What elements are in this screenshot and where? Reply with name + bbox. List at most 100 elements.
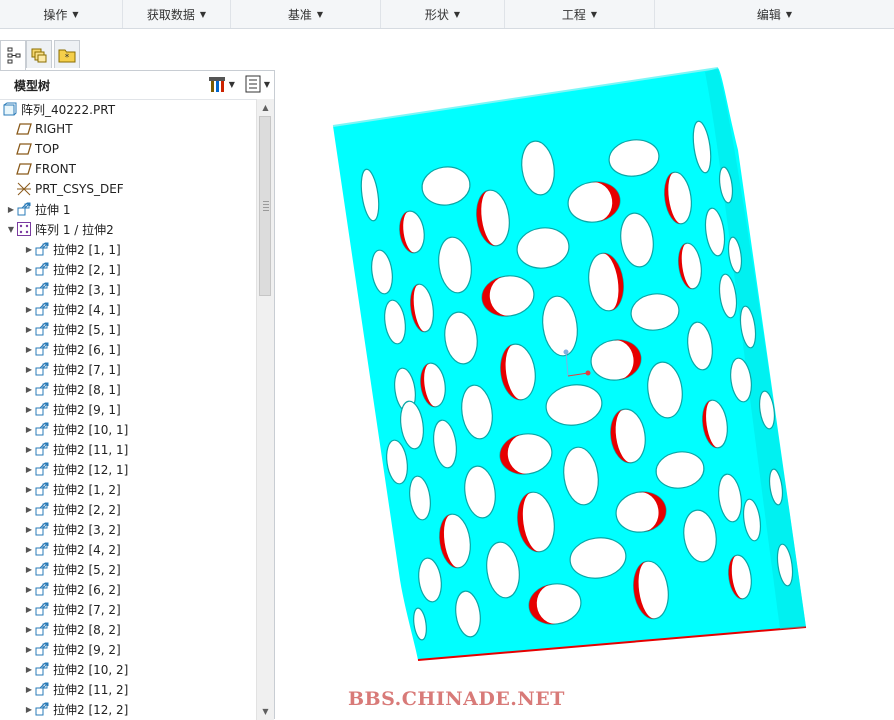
tree-item[interactable]: ▶ 拉伸2 [6, 2] [0,579,256,599]
tree-item[interactable]: ▶ 拉伸2 [6, 1] [0,339,256,359]
tree-item-label: 拉伸2 [7, 1] [53,362,121,377]
tree-item[interactable]: ▶ 拉伸2 [11, 2] [0,679,256,699]
expand-icon[interactable]: ▶ [24,545,34,554]
expand-icon[interactable]: ▶ [24,465,34,474]
tools-icon [208,77,225,92]
tree-item[interactable]: ▶ 拉伸2 [8, 1] [0,379,256,399]
tree-item[interactable]: FRONT [0,159,256,179]
tree-item[interactable]: ▶ 拉伸2 [2, 1] [0,259,256,279]
tree-item-label: 阵列 1 / 拉伸2 [35,222,114,237]
tree-item-label: 拉伸2 [9, 1] [53,402,121,417]
tree-item[interactable]: ▶ 拉伸2 [10, 1] [0,419,256,439]
tree-item[interactable]: ▶ 拉伸 1 [0,199,256,219]
expand-icon[interactable]: ▶ [24,445,34,454]
expand-icon[interactable]: ▶ [24,325,34,334]
expand-icon[interactable]: ▶ [24,665,34,674]
expand-icon[interactable]: ▶ [24,265,34,274]
model-tree-header: 模型树 ▼ ▼ [0,71,274,100]
expand-icon[interactable]: ▶ [24,685,34,694]
tree-item[interactable]: ▶ 拉伸2 [9, 1] [0,399,256,419]
expand-icon[interactable]: ▶ [24,565,34,574]
extrude-icon [34,581,50,597]
tree-item[interactable]: TOP [0,139,256,159]
tab-layer-tree[interactable] [26,40,52,68]
part-icon [2,101,18,117]
expand-icon[interactable]: ▶ [24,485,34,494]
ribbon-group-engineering[interactable]: 工程 ▼ [505,0,655,28]
tree-item[interactable]: ▶ 拉伸2 [1, 1] [0,239,256,259]
extrude-icon [34,401,50,417]
tree-item[interactable]: ▶ 拉伸2 [9, 2] [0,639,256,659]
tree-item[interactable]: ▶ 拉伸2 [1, 2] [0,479,256,499]
extrude-icon [34,521,50,537]
vertical-scrollbar[interactable]: ▲ ▼ [256,99,274,720]
extrude-icon [34,601,50,617]
tree-item[interactable]: PRT_CSYS_DEF [0,179,256,199]
ribbon-group-get-data[interactable]: 获取数据 ▼ [123,0,231,28]
chevron-down-icon: ▼ [72,9,79,19]
tree-item[interactable]: ▶ 拉伸2 [7, 2] [0,599,256,619]
ribbon-group-datum[interactable]: 基准 ▼ [231,0,381,28]
expand-icon[interactable]: ▶ [24,505,34,514]
extrude-icon [34,661,50,677]
tree-item-label: FRONT [35,162,76,176]
extrude-icon [34,541,50,557]
tree-item[interactable]: 阵列_40222.PRT [0,99,256,119]
tree-show-button[interactable]: ▼ [244,75,270,93]
tree-item[interactable]: ▶ 拉伸2 [12, 2] [0,699,256,719]
tree-settings-button[interactable]: ▼ [207,75,235,93]
tree-item[interactable]: ▶ 拉伸2 [4, 1] [0,299,256,319]
scroll-up-icon[interactable]: ▲ [257,99,274,116]
tree-item-label: 拉伸2 [5, 2] [53,562,121,577]
expand-icon[interactable]: ▶ [24,585,34,594]
expand-icon[interactable]: ▶ [24,425,34,434]
collapse-icon[interactable]: ▼ [6,225,16,234]
tree-item[interactable]: ▶ 拉伸2 [3, 1] [0,279,256,299]
expand-icon[interactable]: ▶ [24,605,34,614]
scrollbar-thumb[interactable] [259,116,271,296]
expand-icon[interactable]: ▶ [24,625,34,634]
tree-item[interactable]: ▶ 拉伸2 [8, 2] [0,619,256,639]
tree-item[interactable]: ▼ 阵列 1 / 拉伸2 [0,219,256,239]
tree-item[interactable]: ▶ 拉伸2 [7, 1] [0,359,256,379]
tree-item[interactable]: ▶ 拉伸2 [2, 2] [0,499,256,519]
ribbon-group-shapes[interactable]: 形状 ▼ [381,0,505,28]
tree-item[interactable]: ▶ 拉伸2 [5, 2] [0,559,256,579]
watermark: BBS.CHINADE.NET [348,688,565,710]
tree-item-label: 拉伸2 [8, 1] [53,382,121,397]
tab-model-tree[interactable] [0,40,26,70]
list-icon [245,75,261,93]
tree-item[interactable]: ▶ 拉伸2 [3, 2] [0,519,256,539]
scroll-down-icon[interactable]: ▼ [257,703,274,720]
tree-item[interactable]: RIGHT [0,119,256,139]
tree-item-label: TOP [35,142,60,156]
extrude-icon [34,341,50,357]
extrude-icon [34,421,50,437]
tree-item[interactable]: ▶ 拉伸2 [12, 1] [0,459,256,479]
tree-item[interactable]: ▶ 拉伸2 [4, 2] [0,539,256,559]
tab-favorites[interactable]: * [54,40,80,68]
expand-icon[interactable]: ▶ [24,305,34,314]
expand-icon[interactable]: ▶ [24,345,34,354]
tree-item-label: 拉伸2 [2, 2] [53,502,121,517]
tree-item[interactable]: ▶ 拉伸2 [5, 1] [0,319,256,339]
expand-icon[interactable]: ▶ [24,705,34,714]
model-tree-title: 模型树 [14,78,51,93]
expand-icon[interactable]: ▶ [24,385,34,394]
expand-icon[interactable]: ▶ [24,525,34,534]
tree-item[interactable]: ▶ 拉伸2 [11, 1] [0,439,256,459]
expand-icon[interactable]: ▶ [24,285,34,294]
tree-item-label: 拉伸2 [11, 2] [53,682,129,697]
extrude-icon [34,501,50,517]
tree-item[interactable]: ▶ 拉伸2 [10, 2] [0,659,256,679]
expand-icon[interactable]: ▶ [24,365,34,374]
tree-item-label: PRT_CSYS_DEF [35,182,124,196]
expand-icon[interactable]: ▶ [24,645,34,654]
expand-icon[interactable]: ▶ [6,205,16,214]
graphics-viewport[interactable] [276,29,894,719]
perforated-cylinder-model[interactable] [276,29,894,719]
ribbon-group-operations[interactable]: 操作 ▼ [0,0,123,28]
expand-icon[interactable]: ▶ [24,245,34,254]
ribbon-group-editing[interactable]: 编辑 ▼ [655,0,894,28]
expand-icon[interactable]: ▶ [24,405,34,414]
